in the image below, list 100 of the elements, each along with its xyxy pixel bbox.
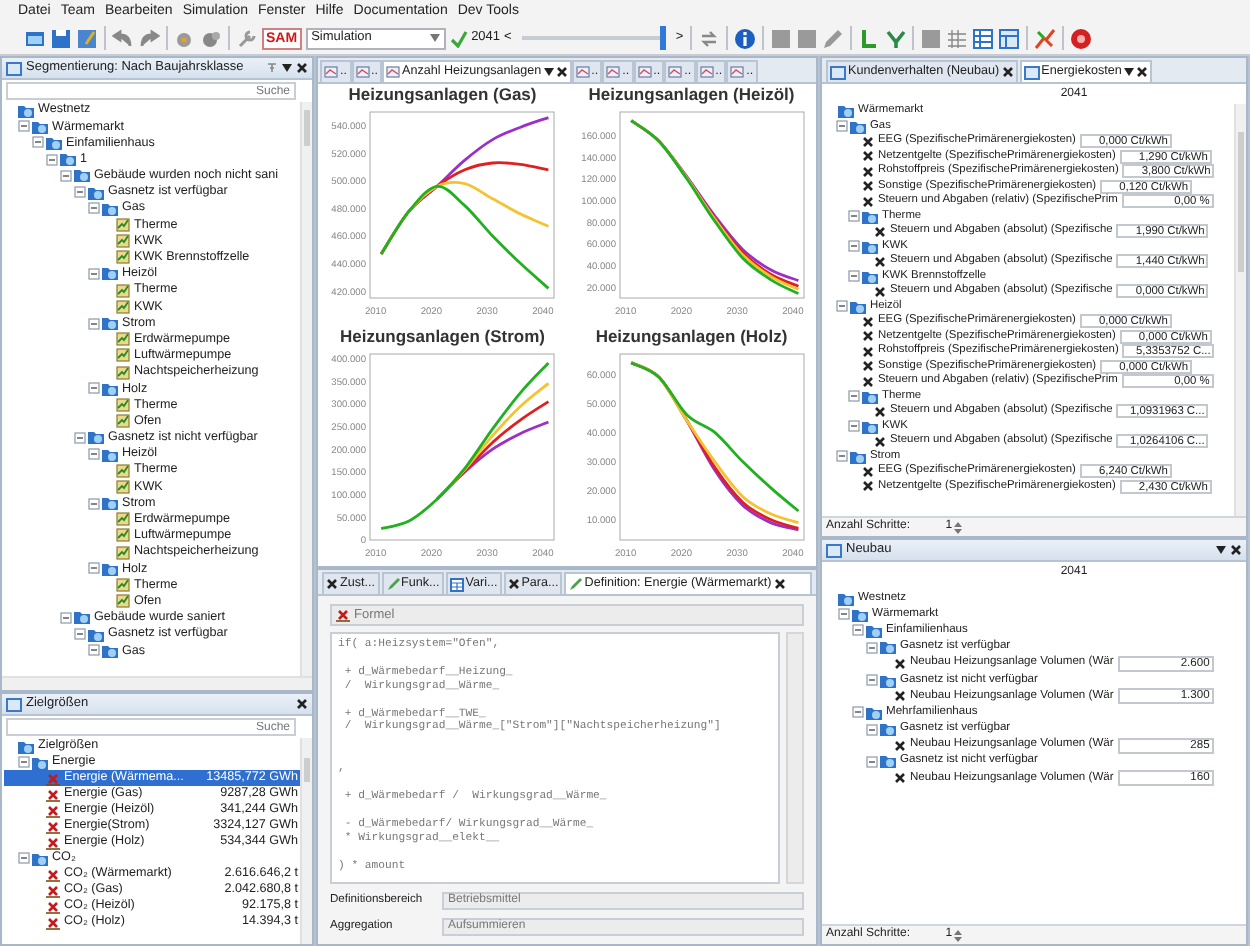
folder-icon: [862, 419, 878, 434]
scrollbar[interactable]: [2, 676, 312, 690]
chart-title: Heizungsanlagen (Strom): [340, 325, 545, 347]
collapse-toggle[interactable]: [18, 120, 30, 133]
folder-icon: [102, 561, 118, 576]
chart-icon: [355, 66, 369, 78]
square-icon[interactable]: [795, 27, 818, 49]
undo-icon[interactable]: [112, 27, 134, 49]
chart-icon: [637, 66, 652, 78]
collapse-toggle[interactable]: [18, 756, 30, 768]
variable-icon: [507, 578, 520, 590]
collapse-toggle[interactable]: [866, 755, 878, 768]
folder-icon: [102, 496, 118, 511]
variable-icon: [874, 225, 886, 238]
scrollbar-thumb[interactable]: [304, 758, 310, 782]
sync-icon[interactable]: [697, 27, 720, 49]
folder-icon: [862, 239, 878, 254]
table-icon[interactable]: [971, 27, 994, 49]
scrollbar[interactable]: [300, 738, 312, 944]
pin-icon[interactable]: [266, 62, 278, 74]
folder-icon: [880, 754, 896, 769]
variable-icon: [894, 690, 906, 703]
collapse-toggle[interactable]: [88, 562, 100, 575]
chart-title: Heizungsanlagen (Gas): [348, 84, 537, 106]
grid-icon[interactable]: [945, 27, 968, 49]
caret-icon[interactable]: [1123, 68, 1134, 76]
slider-thumb[interactable]: [659, 26, 666, 50]
chart-icon: [699, 66, 714, 78]
scrollbar-thumb[interactable]: [304, 110, 310, 146]
collapse-toggle[interactable]: [74, 431, 86, 444]
collapse-toggle[interactable]: [836, 450, 848, 463]
collapse-toggle[interactable]: [88, 497, 100, 510]
chart-icon: [386, 66, 400, 78]
table-icon[interactable]: [997, 27, 1020, 49]
close-icon[interactable]: [1001, 66, 1014, 78]
collapse-toggle[interactable]: [852, 706, 864, 719]
collapse-toggle[interactable]: [88, 267, 100, 280]
pencil-icon: [568, 577, 583, 591]
side-panel-toggle[interactable]: [786, 632, 804, 884]
collapse-toggle[interactable]: [836, 300, 848, 313]
caret-icon[interactable]: [282, 64, 292, 72]
close-icon[interactable]: [1230, 544, 1242, 556]
folder-icon: [880, 673, 896, 688]
collapse-toggle[interactable]: [88, 202, 100, 215]
caret-icon[interactable]: [1216, 546, 1226, 554]
collapse-toggle[interactable]: [74, 186, 86, 199]
chart-icon: [575, 66, 590, 78]
collapse-toggle[interactable]: [866, 723, 878, 736]
collapse-toggle[interactable]: [836, 120, 848, 133]
collapse-toggle[interactable]: [848, 240, 860, 253]
collapse-toggle[interactable]: [88, 382, 100, 395]
collapse-toggle[interactable]: [88, 317, 100, 330]
scrollbar-thumb[interactable]: [1238, 132, 1244, 272]
info-icon[interactable]: [733, 27, 756, 49]
chart-icon: [730, 66, 745, 78]
collapse-toggle[interactable]: [852, 624, 864, 637]
collapse-toggle[interactable]: [848, 270, 860, 283]
collapse-toggle[interactable]: [866, 641, 878, 654]
folder-icon: [862, 389, 878, 404]
pencil-icon[interactable]: [821, 27, 844, 49]
close-icon[interactable]: [296, 62, 308, 74]
folder-icon: [862, 209, 878, 224]
scrollbar[interactable]: [300, 102, 312, 676]
square-icon[interactable]: [919, 27, 942, 49]
collapse-toggle[interactable]: [848, 390, 860, 403]
collapse-toggle[interactable]: [74, 628, 86, 641]
close-icon[interactable]: [555, 66, 568, 78]
collapse-toggle[interactable]: [60, 611, 72, 624]
close-icon[interactable]: [773, 578, 786, 590]
folder-icon: [850, 299, 866, 314]
collapse-toggle[interactable]: [32, 136, 44, 149]
save-as-icon[interactable]: [76, 27, 98, 49]
variable-icon: [894, 739, 906, 752]
check-icon: [449, 29, 468, 47]
collapse-toggle[interactable]: [866, 674, 878, 687]
open-icon[interactable]: [24, 27, 46, 49]
chart-title: Heizungsanlagen (Heizöl): [588, 84, 795, 106]
caret-icon[interactable]: [543, 68, 554, 76]
collapse-toggle[interactable]: [88, 644, 100, 657]
collapse-toggle[interactable]: [46, 153, 58, 166]
branch-icon[interactable]: [883, 27, 906, 49]
square-icon[interactable]: [769, 27, 792, 49]
wrench-icon[interactable]: [236, 27, 258, 49]
stop-icon[interactable]: [1069, 27, 1092, 49]
collapse-toggle[interactable]: [848, 210, 860, 223]
collapse-toggle[interactable]: [18, 852, 30, 864]
close-icon[interactable]: [1135, 66, 1148, 78]
redo-icon[interactable]: [138, 27, 160, 49]
folder-icon: [102, 316, 118, 331]
collapse-toggle[interactable]: [838, 608, 850, 621]
panel-icon: [6, 697, 22, 711]
folder-icon: [102, 266, 118, 281]
collapse-toggle[interactable]: [60, 169, 72, 182]
scrollbar[interactable]: [1234, 104, 1246, 516]
chart-icon: [324, 66, 338, 78]
collapse-toggle[interactable]: [848, 420, 860, 433]
collapse-toggle[interactable]: [88, 448, 100, 461]
close-icon[interactable]: [296, 698, 308, 710]
save-icon[interactable]: [50, 27, 72, 49]
pencil-icon: [385, 577, 399, 591]
